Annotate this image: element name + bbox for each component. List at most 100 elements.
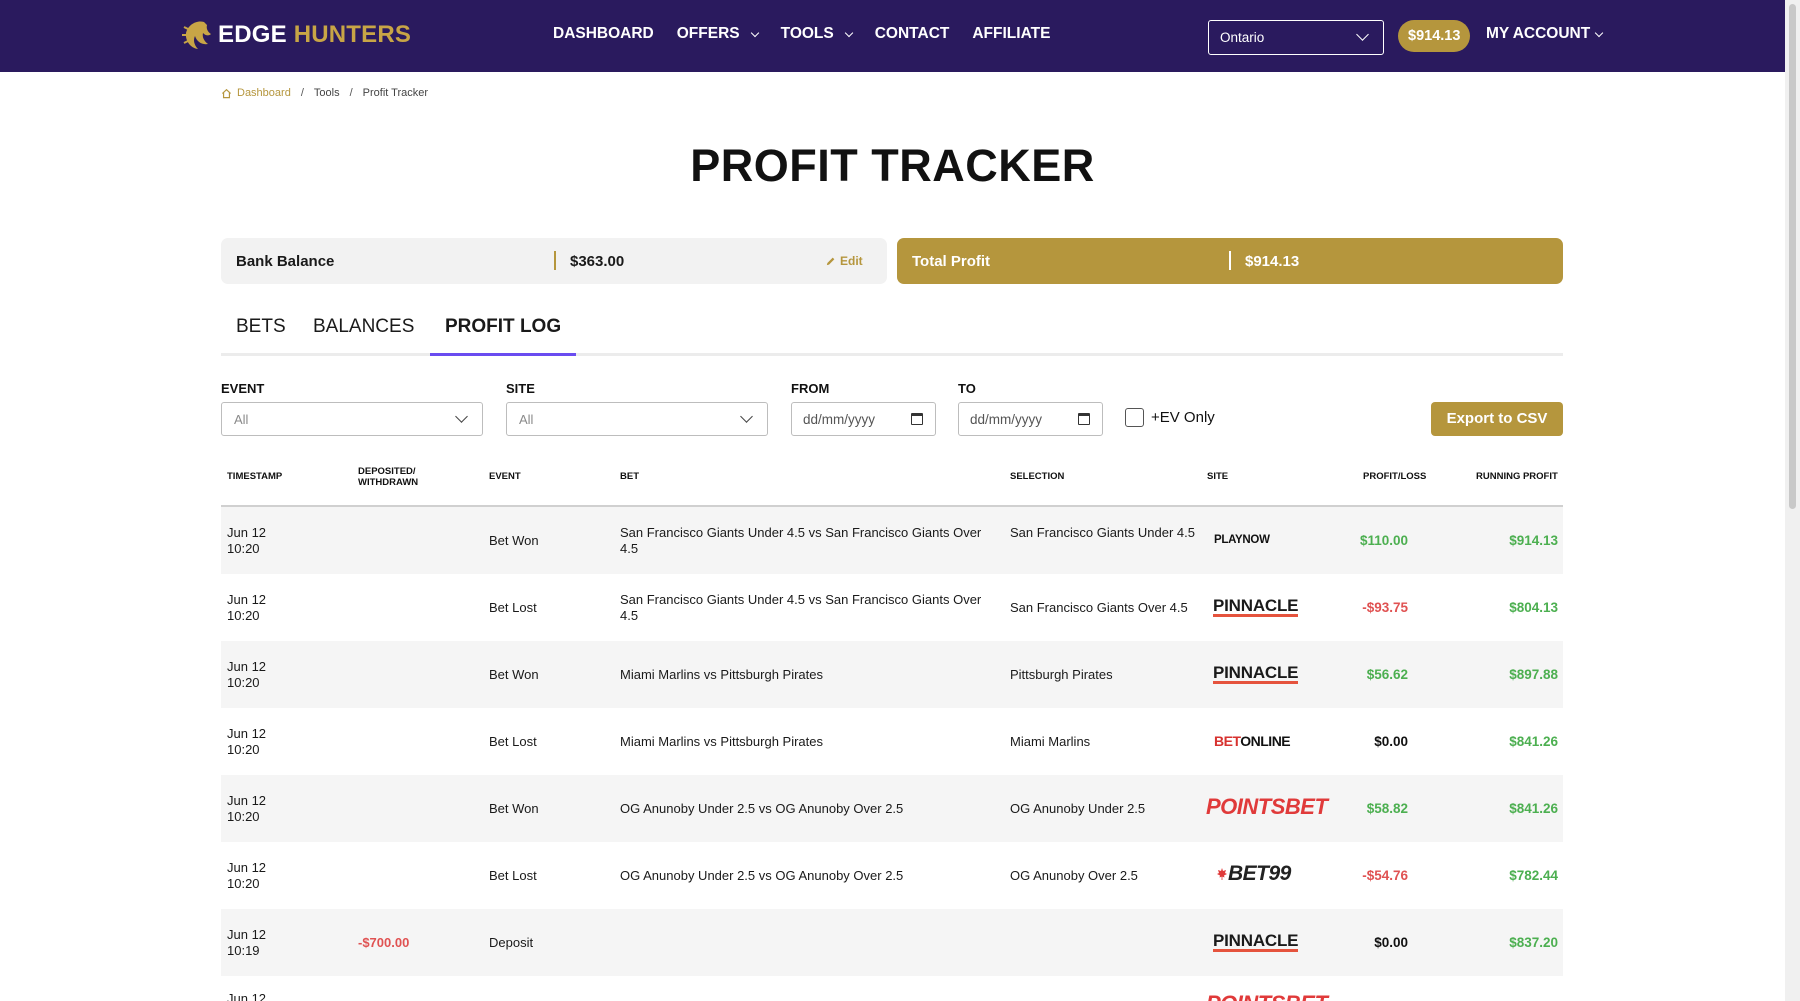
- row-time: 10:20: [227, 808, 260, 824]
- col-site[interactable]: SITE: [1207, 471, 1228, 482]
- row-event: Bet Lost: [489, 600, 537, 615]
- edit-bank-balance-button[interactable]: Edit: [825, 254, 863, 268]
- col-selection[interactable]: SELECTION: [1010, 471, 1064, 482]
- lion-icon: [182, 21, 211, 49]
- region-select[interactable]: Ontario: [1208, 20, 1384, 55]
- ev-only-label[interactable]: +EV Only: [1151, 409, 1215, 426]
- row-event: Bet Lost: [489, 868, 537, 883]
- chevron-down-icon: [844, 28, 853, 37]
- tab-bets[interactable]: BETS: [221, 316, 301, 356]
- logo-text-hunters: HUNTERS: [293, 21, 412, 48]
- ev-only-checkbox[interactable]: [1125, 408, 1144, 427]
- row-bet: Miami Marlins vs Pittsburgh Pirates: [620, 667, 823, 682]
- site-filter-label: SITE: [506, 381, 535, 396]
- site-filter-select[interactable]: All: [506, 402, 768, 436]
- event-filter-value: All: [234, 412, 249, 427]
- site-logo-text: BETONLINE: [1214, 733, 1291, 749]
- to-date-placeholder: dd/mm/yyyy: [970, 412, 1043, 427]
- total-profit-card: Total Profit $914.13: [897, 238, 1563, 284]
- row-selection: Pittsburgh Pirates: [1010, 667, 1113, 682]
- col-deposited[interactable]: DEPOSITED/ WITHDRAWN: [358, 466, 418, 488]
- table-row[interactable]: Jun 12 10:19 -$700.00 Deposit PINNACLE $0…: [221, 909, 1563, 976]
- my-account-label: MY ACCOUNT: [1486, 25, 1591, 42]
- breadcrumb-separator: /: [300, 87, 304, 99]
- row-date: Jun 12: [227, 525, 267, 540]
- total-profit-value: $914.13: [1245, 253, 1300, 270]
- row-running-profit: $841.26: [1509, 734, 1558, 749]
- breadcrumb-current: Profit Tracker: [362, 87, 429, 99]
- row-profit-loss: $0.00: [1374, 935, 1408, 950]
- top-navbar: EDGE HUNTERS DASHBOARD OFFERS TOOLS CONT…: [0, 0, 1785, 72]
- row-time: 10:20: [227, 674, 260, 690]
- col-timestamp[interactable]: TIMESTAMP: [227, 471, 282, 482]
- page-scrollbar[interactable]: [1785, 0, 1800, 1001]
- chevron-down-icon: [740, 410, 753, 423]
- row-bet: Miami Marlins vs Pittsburgh Pirates: [620, 734, 823, 749]
- nav-tools[interactable]: TOOLS: [781, 25, 853, 43]
- row-timestamp: Jun 12 10:19: [227, 927, 266, 958]
- table-row[interactable]: Jun 12 10:20 Bet Won OG Anunoby Under 2.5…: [221, 775, 1563, 842]
- table-row[interactable]: Jun 12 10:20 Bet Lost OG Anunoby Under 2.…: [221, 842, 1563, 909]
- page-title: PROFIT TRACKER: [690, 140, 1095, 191]
- row-time: 10:20: [227, 540, 260, 556]
- to-date-input[interactable]: dd/mm/yyyy: [958, 402, 1103, 436]
- site-logo-bet99: BET99: [1217, 862, 1291, 886]
- table-row[interactable]: Jun 12 10:20 Bet Won Miami Marlins vs Pit…: [221, 641, 1563, 708]
- col-profit-loss[interactable]: PROFIT/LOSS: [1363, 471, 1426, 482]
- row-time: 10:20: [227, 875, 260, 891]
- row-timestamp: Jun 12 10:20: [227, 793, 266, 824]
- balance-badge[interactable]: $914.13: [1398, 20, 1471, 52]
- table-row[interactable]: Jun 12 10:20 Bet Lost San Francisco Giant…: [221, 574, 1563, 641]
- row-date: Jun 12: [227, 592, 267, 607]
- nav-contact[interactable]: CONTACT: [875, 25, 950, 43]
- row-time: 10:20: [227, 741, 260, 757]
- nav-affiliate[interactable]: AFFILIATE: [972, 25, 1050, 43]
- calendar-icon[interactable]: [1078, 413, 1090, 425]
- export-csv-button[interactable]: Export to CSV: [1431, 402, 1563, 436]
- row-running-profit: $782.44: [1509, 868, 1558, 883]
- row-selection: San Francisco Giants Over 4.5: [1010, 600, 1188, 615]
- row-selection: OG Anunoby Over 2.5: [1010, 868, 1138, 883]
- breadcrumb-dashboard-label: Dashboard: [237, 87, 291, 99]
- nav-dashboard-label: DASHBOARD: [553, 25, 654, 42]
- col-running-profit[interactable]: RUNNING PROFIT: [1476, 471, 1558, 482]
- tab-profit-log[interactable]: PROFIT LOG: [430, 316, 577, 356]
- breadcrumb-tools[interactable]: Tools: [314, 87, 340, 99]
- col-event[interactable]: EVENT: [489, 471, 521, 482]
- row-selection: San Francisco Giants Under 4.5: [1010, 525, 1195, 540]
- from-date-label: FROM: [791, 381, 830, 396]
- calendar-icon[interactable]: [911, 413, 923, 425]
- col-bet[interactable]: BET: [620, 471, 639, 482]
- chevron-down-icon: [1594, 28, 1604, 37]
- row-event: Bet Lost: [489, 734, 537, 749]
- pencil-icon: [826, 257, 835, 265]
- brand-logo[interactable]: EDGE HUNTERS: [182, 18, 411, 52]
- col-deposited-line1: DEPOSITED/: [358, 466, 416, 477]
- row-running-profit: $914.13: [1509, 533, 1558, 548]
- bank-balance-label: Bank Balance: [236, 253, 335, 270]
- from-date-input[interactable]: dd/mm/yyyy: [791, 402, 936, 436]
- breadcrumb-dashboard[interactable]: Dashboard: [221, 87, 291, 99]
- row-timestamp: Jun 12 10:20: [227, 592, 266, 623]
- table-row[interactable]: Jun 12 10:20 Bet Lost Miami Marlins vs Pi…: [221, 708, 1563, 775]
- table-row[interactable]: Jun 12 POINTSBET: [221, 976, 1563, 1001]
- scrollbar-thumb[interactable]: [1789, 4, 1796, 509]
- my-account-menu[interactable]: MY ACCOUNT: [1486, 25, 1604, 43]
- home-icon: [221, 88, 232, 98]
- row-timestamp: Jun 12 10:20: [227, 525, 266, 556]
- tab-balances[interactable]: BALANCES: [298, 316, 429, 356]
- row-profit-loss: $56.62: [1366, 667, 1408, 682]
- table-row[interactable]: Jun 12 10:20 Bet Won San Francisco Giants…: [221, 507, 1563, 574]
- row-event: Bet Won: [489, 533, 539, 548]
- card-divider: [1229, 251, 1231, 270]
- row-timestamp: Jun 12 10:20: [227, 726, 266, 757]
- from-date-placeholder: dd/mm/yyyy: [803, 412, 876, 427]
- breadcrumb: Dashboard / Tools / Profit Tracker: [221, 87, 428, 99]
- nav-dashboard[interactable]: DASHBOARD: [553, 25, 654, 43]
- bank-balance-card: Bank Balance $363.00 Edit: [221, 238, 887, 284]
- row-date: Jun 12: [227, 927, 267, 942]
- event-filter-label: EVENT: [221, 381, 265, 396]
- event-filter-select[interactable]: All: [221, 402, 483, 436]
- nav-offers[interactable]: OFFERS: [677, 25, 759, 43]
- row-profit-loss: -$54.76: [1362, 868, 1408, 883]
